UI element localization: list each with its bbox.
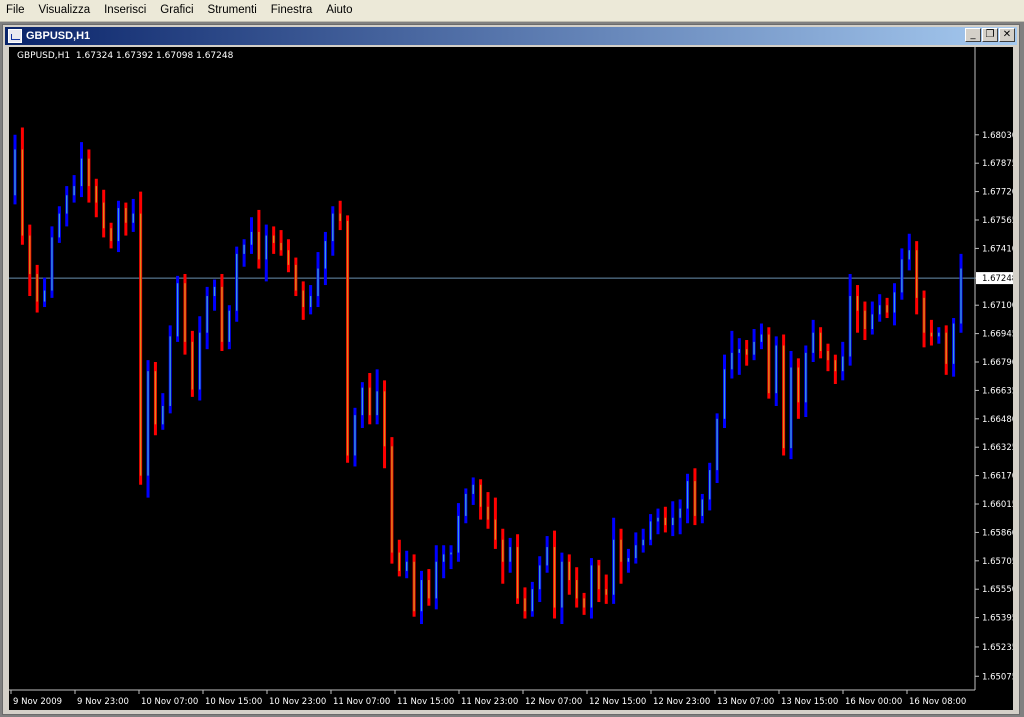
y-tick-label: 1.65705 — [982, 557, 1013, 567]
mdi-area: GBPUSD,H1 _ ❐ ✕ 1.680301.678751.677201.6… — [0, 22, 1024, 717]
window-titlebar[interactable]: GBPUSD,H1 _ ❐ ✕ — [5, 27, 1017, 45]
chart-symbol-info: GBPUSD,H1 1.67324 1.67392 1.67098 1.6724… — [17, 51, 234, 61]
menu-strumenti[interactable]: Strumenti — [202, 0, 265, 21]
y-tick-label: 1.68030 — [982, 131, 1013, 141]
y-tick-label: 1.65860 — [982, 528, 1013, 538]
y-tick-label: 1.67100 — [982, 301, 1013, 311]
close-button[interactable]: ✕ — [999, 28, 1015, 42]
y-tick-label: 1.67410 — [982, 244, 1013, 254]
menu-aiuto[interactable]: Aiuto — [320, 0, 360, 21]
chart-window-icon — [8, 29, 22, 43]
y-tick-label: 1.65235 — [982, 643, 1013, 653]
window-title: GBPUSD,H1 — [26, 30, 91, 42]
y-tick-label: 1.66635 — [982, 386, 1013, 396]
x-tick-label: 9 Nov 2009 — [13, 697, 62, 707]
menu-grafici[interactable]: Grafici — [154, 0, 201, 21]
x-tick-label: 12 Nov 23:00 — [653, 697, 710, 707]
y-tick-label: 1.65395 — [982, 614, 1013, 624]
y-tick-label: 1.66170 — [982, 472, 1013, 482]
y-tick-label: 1.66325 — [982, 443, 1013, 453]
x-tick-label: 13 Nov 15:00 — [781, 697, 838, 707]
menu-file[interactable]: File — [0, 0, 33, 21]
x-tick-label: 10 Nov 23:00 — [269, 697, 326, 707]
chart-canvas: 1.68030 1.67875 1.67720 1.67565 1.67410 1.672… — [9, 47, 1013, 707]
y-tick-label: 1.65550 — [982, 585, 1013, 595]
minimize-button[interactable]: _ — [965, 28, 981, 42]
menu-finestra[interactable]: Finestra — [265, 0, 321, 21]
menu-inserisci[interactable]: Inserisci — [98, 0, 154, 21]
x-tick-label: 9 Nov 23:00 — [77, 697, 129, 707]
y-tick-label: 1.67565 — [982, 216, 1013, 226]
price-chart[interactable]: 1.68030 1.67875 1.67720 1.67565 1.67410 1.672… — [9, 47, 1013, 710]
x-tick-label: 10 Nov 15:00 — [205, 697, 262, 707]
x-tick-label: 12 Nov 07:00 — [525, 697, 582, 707]
x-tick-label: 11 Nov 15:00 — [397, 697, 454, 707]
x-tick-label: 16 Nov 08:00 — [909, 697, 966, 707]
x-tick-label: 16 Nov 00:00 — [845, 697, 902, 707]
x-tick-label: 10 Nov 07:00 — [141, 697, 198, 707]
y-tick-label: 1.67248 — [982, 274, 1013, 284]
y-tick-label: 1.66790 — [982, 358, 1013, 368]
x-tick-label: 12 Nov 15:00 — [589, 697, 646, 707]
y-tick-label: 1.65075 — [982, 672, 1013, 682]
x-tick-label: 11 Nov 23:00 — [461, 697, 518, 707]
restore-button[interactable]: ❐ — [982, 28, 998, 42]
y-tick-label: 1.66945 — [982, 330, 1013, 340]
menu-bar: File Visualizza Inserisci Grafici Strume… — [0, 0, 1024, 22]
y-tick-label: 1.67875 — [982, 159, 1013, 169]
menu-visualizza[interactable]: Visualizza — [33, 0, 99, 21]
x-tick-label: 11 Nov 07:00 — [333, 697, 390, 707]
chart-window: GBPUSD,H1 _ ❐ ✕ 1.680301.678751.677201.6… — [2, 24, 1020, 715]
y-tick-label: 1.66015 — [982, 500, 1013, 510]
y-tick-label: 1.67720 — [982, 188, 1013, 198]
y-tick-label: 1.66480 — [982, 415, 1013, 425]
x-tick-label: 13 Nov 07:00 — [717, 697, 774, 707]
